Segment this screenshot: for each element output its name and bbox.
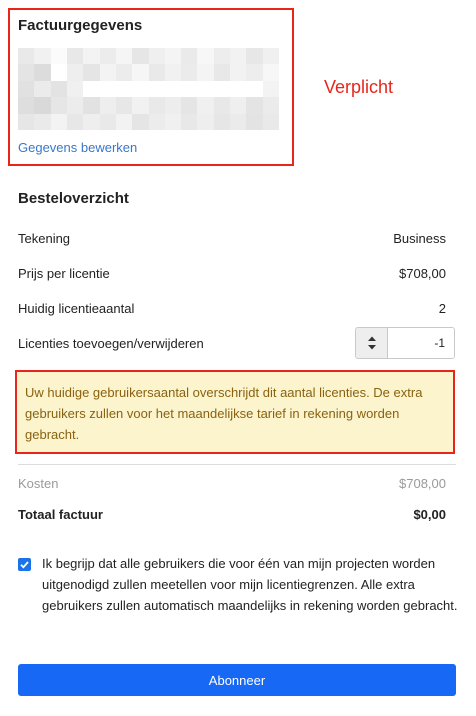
- current-license-count-value: 2: [438, 301, 446, 316]
- edit-billing-details-link[interactable]: Gegevens bewerken: [18, 140, 137, 155]
- license-quantity-input[interactable]: [388, 328, 454, 358]
- plan-label: Tekening: [18, 231, 71, 246]
- price-per-license-label: Prijs per licentie: [18, 266, 110, 281]
- consent-text: Ik begrijp dat alle gebruikers die voor …: [42, 556, 458, 613]
- license-overage-warning: Uw huidige gebruikersaantal overschrijdt…: [15, 370, 455, 454]
- total-invoice-label: Totaal factuur: [18, 507, 103, 522]
- current-license-count-label: Huidig licentieaantal: [18, 301, 135, 316]
- checkmark-icon: [20, 561, 29, 569]
- price-per-license-value: $708,00: [399, 266, 446, 281]
- divider: [18, 464, 456, 465]
- stepper-arrows-icon[interactable]: [356, 328, 388, 358]
- billing-details-title: Factuurgegevens: [18, 17, 143, 34]
- subscribe-button[interactable]: Abonneer: [18, 664, 456, 696]
- cost-value: $708,00: [399, 476, 446, 491]
- adjust-licenses-label: Licenties toevoegen/verwijderen: [18, 336, 204, 351]
- redacted-billing-address: [18, 48, 279, 130]
- required-annotation: Verplicht: [324, 77, 394, 97]
- total-invoice-value: $0,00: [413, 507, 446, 522]
- cost-label: Kosten: [18, 476, 59, 491]
- order-overview-title: Besteloverzicht: [18, 190, 129, 207]
- consent-checkbox[interactable]: [18, 558, 31, 571]
- license-quantity-stepper: [355, 327, 455, 359]
- plan-value: Business: [393, 231, 446, 246]
